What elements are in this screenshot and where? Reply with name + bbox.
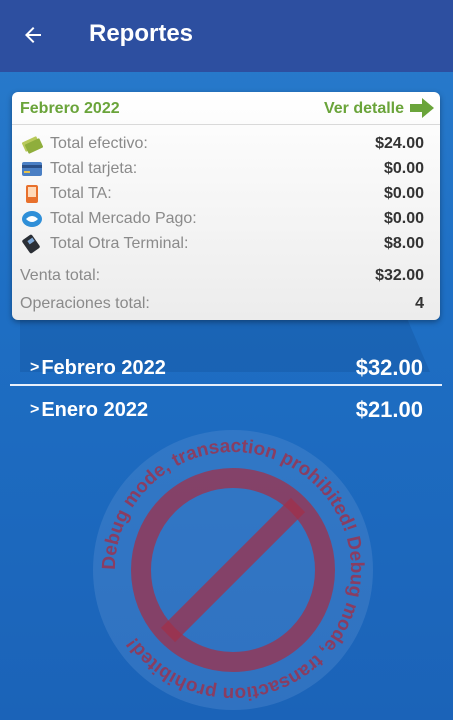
row-total-sales: Venta total: $32.00 <box>20 264 424 288</box>
month-item-febrero[interactable]: > Febrero 2022 $32.00 <box>30 350 423 386</box>
cash-icon <box>20 134 44 154</box>
month-label: Enero 2022 <box>41 398 149 421</box>
row-cash: Total efectivo: $24.00 <box>20 132 424 156</box>
debug-watermark-text: Debug mode, transaction prohibited! Debu… <box>99 436 367 704</box>
chevron-right-icon: > <box>30 401 40 418</box>
summary-card: Febrero 2022 Ver detalle Total efectivo:… <box>12 92 440 320</box>
month-label: Febrero 2022 <box>41 356 166 379</box>
card-divider <box>12 124 440 125</box>
total-sales-value: $32.00 <box>375 267 424 284</box>
ta-value: $0.00 <box>383 185 424 202</box>
phone-icon <box>20 184 44 204</box>
mercado-pago-label: Total Mercado Pago: <box>50 210 197 227</box>
back-button[interactable] <box>18 20 48 50</box>
credit-card-icon <box>20 159 44 179</box>
month-amount: $32.00 <box>355 355 423 380</box>
month-item-enero[interactable]: > Enero 2022 $21.00 <box>30 392 423 428</box>
month-amount: $21.00 <box>355 397 423 422</box>
app-bar: Reportes <box>0 0 453 72</box>
total-sales-label: Venta total: <box>20 267 101 284</box>
card-value: $0.00 <box>383 160 424 177</box>
card-month-title: Febrero 2022 <box>20 100 120 117</box>
debug-watermark: Debug mode, transaction prohibited! Debu… <box>93 430 373 710</box>
cash-label: Total efectivo: <box>50 135 148 152</box>
other-terminal-value: $8.00 <box>383 235 424 252</box>
row-other-terminal: Total Otra Terminal: $8.00 <box>20 232 424 256</box>
ta-label: Total TA: <box>50 185 112 202</box>
chevron-right-icon: > <box>30 359 40 376</box>
svg-text:Debug mode, transaction prohib: Debug mode, transaction prohibited! Debu… <box>99 436 367 704</box>
view-detail-link[interactable]: Ver detalle <box>324 100 404 118</box>
terminal-icon <box>20 234 44 254</box>
card-label: Total tarjeta: <box>50 160 138 177</box>
other-terminal-label: Total Otra Terminal: <box>50 235 189 252</box>
cash-value: $24.00 <box>375 135 424 152</box>
arrow-left-icon <box>25 27 41 43</box>
arrow-right-icon[interactable] <box>408 96 436 120</box>
row-operations: Operaciones total: 4 <box>20 292 424 316</box>
list-divider <box>10 384 442 386</box>
mercado-pago-value: $0.00 <box>383 210 424 227</box>
row-card: Total tarjeta: $0.00 <box>20 157 424 181</box>
row-ta: Total TA: $0.00 <box>20 182 424 206</box>
page-title: Reportes <box>89 20 194 47</box>
operations-label: Operaciones total: <box>20 295 150 312</box>
mercado-pago-icon <box>20 209 44 229</box>
row-mercado-pago: Total Mercado Pago: $0.00 <box>20 207 424 231</box>
operations-value: 4 <box>415 295 424 312</box>
